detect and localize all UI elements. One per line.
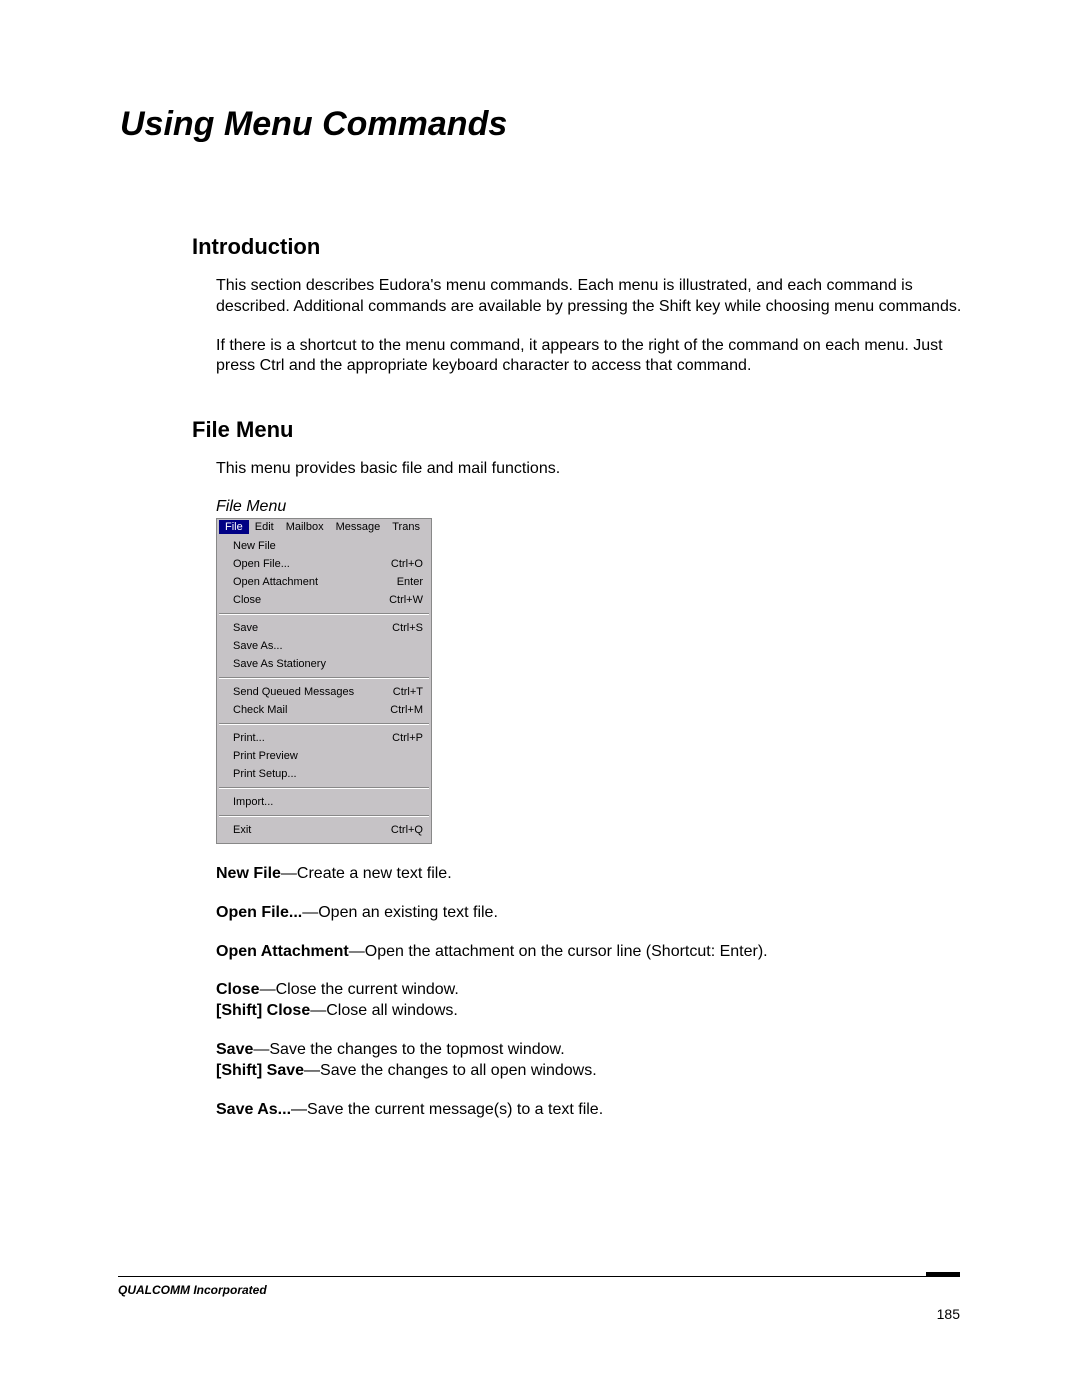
menu-separator xyxy=(219,723,429,725)
menu-item[interactable]: Import... xyxy=(217,793,431,811)
section-heading-introduction: Introduction xyxy=(192,234,962,260)
menu-item-label: Import... xyxy=(233,794,273,810)
menu-item[interactable]: Open Attachment Enter xyxy=(217,573,431,591)
chapter-title: Using Menu Commands xyxy=(120,105,960,144)
menu-item-label: Open Attachment xyxy=(233,574,318,590)
menu-item[interactable]: Save As Stationery xyxy=(217,655,431,673)
menu-item-shortcut: Ctrl+Q xyxy=(381,822,423,838)
menu-item-label: Print Preview xyxy=(233,748,298,764)
menu-item[interactable]: Send Queued Messages Ctrl+T xyxy=(217,683,431,701)
menubar-item-file[interactable]: File xyxy=(219,520,249,534)
menu-item-shortcut: Ctrl+S xyxy=(382,620,423,636)
menu-item-label: Send Queued Messages xyxy=(233,684,354,700)
footer-rule-thick xyxy=(926,1272,960,1277)
menu-separator xyxy=(219,613,429,615)
menu-item-label: Close xyxy=(233,592,261,608)
def-shift-close: [Shift] Close—Close all windows. xyxy=(216,1001,962,1022)
menu-item-label: Check Mail xyxy=(233,702,287,718)
menubar-item-trans[interactable]: Trans xyxy=(386,520,426,534)
menu-separator xyxy=(219,677,429,679)
def-new-file: New File—Create a new text file. xyxy=(216,864,962,885)
menu-item-label: Exit xyxy=(233,822,251,838)
menu-separator xyxy=(219,815,429,817)
page-footer: QUALCOMM Incorporated 185 xyxy=(118,1272,960,1297)
menu-item-shortcut: Ctrl+T xyxy=(383,684,423,700)
menubar-item-edit[interactable]: Edit xyxy=(249,520,280,534)
menu-item[interactable]: Print Setup... xyxy=(217,765,431,783)
menu-item[interactable]: Print Preview xyxy=(217,747,431,765)
menu-item-label: Save xyxy=(233,620,258,636)
menu-item[interactable]: Close Ctrl+W xyxy=(217,591,431,609)
menu-item-label: Print Setup... xyxy=(233,766,297,782)
menu-item[interactable]: Open File... Ctrl+O xyxy=(217,555,431,573)
menu-item-shortcut: Enter xyxy=(387,574,423,590)
menu-item-shortcut: Ctrl+P xyxy=(382,730,423,746)
intro-paragraph-1: This section describes Eudora's menu com… xyxy=(216,276,962,318)
menu-item[interactable]: New File xyxy=(217,537,431,555)
footer-company: QUALCOMM Incorporated xyxy=(118,1283,960,1297)
def-save-as: Save As...—Save the current message(s) t… xyxy=(216,1100,962,1121)
intro-paragraph-2: If there is a shortcut to the menu comma… xyxy=(216,336,962,378)
menu-item[interactable]: Check Mail Ctrl+M xyxy=(217,701,431,719)
menubar-item-mailbox[interactable]: Mailbox xyxy=(280,520,330,534)
file-menu-dropdown: New FileOpen File...Ctrl+OOpen Attachmen… xyxy=(217,535,431,843)
menu-item-label: Save As... xyxy=(233,638,283,654)
menu-item-label: Print... xyxy=(233,730,265,746)
menu-item[interactable]: Save Ctrl+S xyxy=(217,619,431,637)
menu-item[interactable]: Exit Ctrl+Q xyxy=(217,821,431,839)
menu-item-label: New File xyxy=(233,538,276,554)
page-number: 185 xyxy=(937,1306,960,1322)
def-save: Save—Save the changes to the topmost win… xyxy=(216,1040,962,1061)
menubar: File Edit Mailbox Message Trans xyxy=(217,519,431,535)
file-menu-intro: This menu provides basic file and mail f… xyxy=(216,459,962,480)
menu-item[interactable]: Print... Ctrl+P xyxy=(217,729,431,747)
menu-separator xyxy=(219,787,429,789)
menu-item-shortcut: Ctrl+O xyxy=(381,556,423,572)
menu-item-label: Open File... xyxy=(233,556,290,572)
menu-item-label: Save As Stationery xyxy=(233,656,326,672)
def-open-file: Open File...—Open an existing text file. xyxy=(216,903,962,924)
def-shift-save: [Shift] Save—Save the changes to all ope… xyxy=(216,1061,962,1082)
section-heading-file-menu: File Menu xyxy=(192,417,962,443)
def-close: Close—Close the current window. xyxy=(216,980,962,1001)
menu-item[interactable]: Save As... xyxy=(217,637,431,655)
file-menu-figure: File Edit Mailbox Message Trans New File… xyxy=(216,518,432,844)
menu-item-shortcut: Ctrl+M xyxy=(380,702,423,718)
figure-caption: File Menu xyxy=(216,498,962,516)
menubar-item-message[interactable]: Message xyxy=(330,520,387,534)
def-open-attachment: Open Attachment—Open the attachment on t… xyxy=(216,942,962,963)
menu-item-shortcut: Ctrl+W xyxy=(379,592,423,608)
